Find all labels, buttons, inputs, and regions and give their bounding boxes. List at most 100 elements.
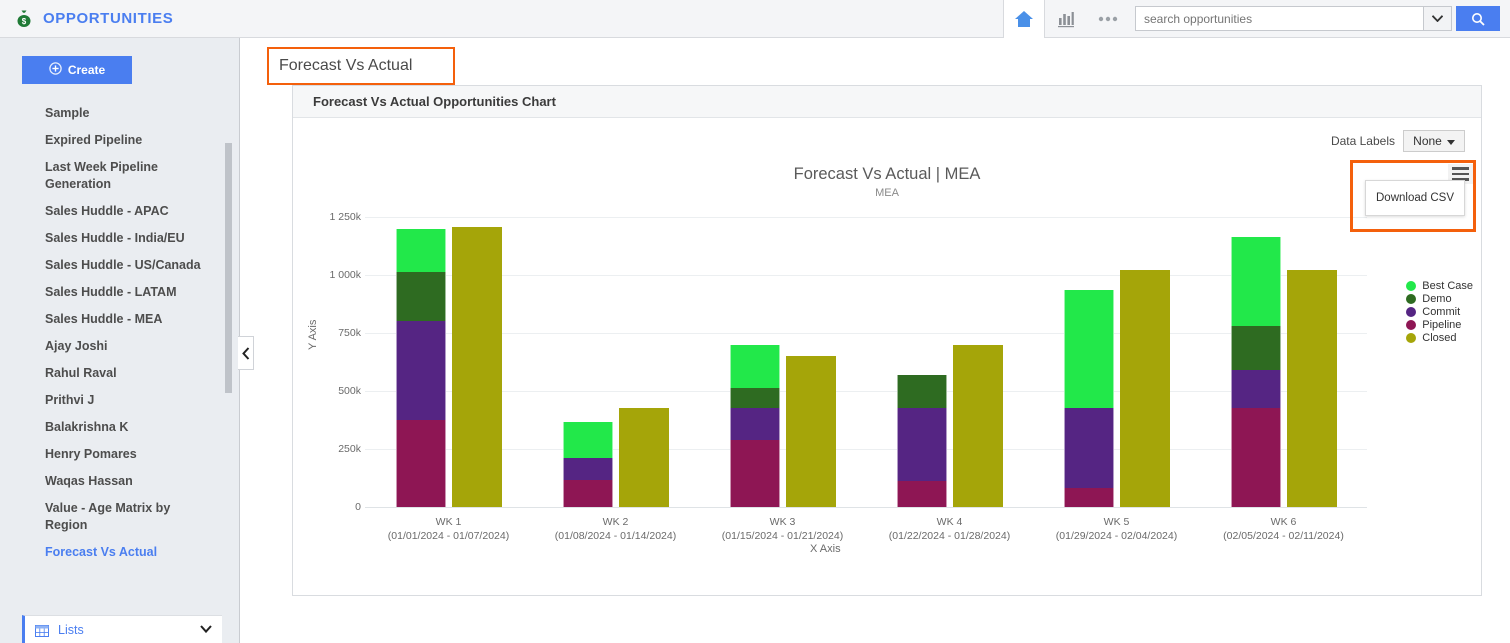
- x-axis-tick-label: WK 2 (01/08/2024 - 01/14/2024): [526, 515, 706, 543]
- bar-chart-icon[interactable]: [1045, 0, 1087, 37]
- x-axis-daterange-label: (01/08/2024 - 01/14/2024): [554, 530, 677, 542]
- main-content: Forecast Vs Actual Forecast Vs Actual Op…: [241, 38, 1510, 643]
- sidebar: Create Sample Expired Pipeline Last Week P…: [0, 38, 240, 643]
- chevron-down-icon[interactable]: [200, 624, 212, 636]
- bar-segment-commit[interactable]: [395, 321, 446, 420]
- x-axis-daterange-label: (01/22/2024 - 01/28/2024): [888, 530, 1011, 542]
- bar-segment-commit[interactable]: [1230, 370, 1281, 409]
- bar-closed[interactable]: [1119, 270, 1170, 507]
- bar-segment-commit[interactable]: [562, 458, 613, 481]
- search-bar: [1135, 6, 1500, 31]
- sidebar-item-prithvi-j[interactable]: Prithvi J: [0, 387, 239, 414]
- sidebar-item-label: Henry Pomares: [45, 447, 137, 461]
- bar-segment-pipeline[interactable]: [896, 481, 947, 507]
- sidebar-item-sales-huddle-mea[interactable]: Sales Huddle - MEA: [0, 306, 239, 333]
- bar-segment-pipeline[interactable]: [729, 439, 780, 507]
- x-axis-daterange-label: (01/01/2024 - 01/07/2024): [387, 530, 510, 542]
- bar-closed[interactable]: [785, 356, 836, 507]
- x-axis-daterange-label: (01/29/2024 - 02/04/2024): [1055, 530, 1178, 542]
- legend-item-commit[interactable]: Commit: [1406, 306, 1473, 318]
- legend-item-closed[interactable]: Closed: [1406, 332, 1473, 344]
- lists-label: Lists: [58, 622, 84, 637]
- bar-segment-demo[interactable]: [1230, 326, 1281, 371]
- y-axis-tick-label: 750k: [338, 327, 361, 339]
- bar-stack-forecast[interactable]: [562, 422, 613, 507]
- bar-segment-best-case[interactable]: [1063, 290, 1114, 409]
- bar-segment-demo[interactable]: [395, 271, 446, 322]
- x-axis-week-label: WK 4: [936, 516, 963, 528]
- svg-text:$: $: [22, 17, 27, 26]
- sidebar-item-sales-huddle-latam[interactable]: Sales Huddle - LATAM: [0, 279, 239, 306]
- ellipsis-icon[interactable]: [1087, 0, 1129, 37]
- sidebar-item-expired-pipeline[interactable]: Expired Pipeline: [0, 127, 239, 154]
- sidebar-item-label: Expired Pipeline: [45, 133, 143, 147]
- sidebar-item-rahul-raval[interactable]: Rahul Raval: [0, 360, 239, 387]
- bar-segment-pipeline[interactable]: [1063, 488, 1114, 507]
- download-csv-menu-item[interactable]: Download CSV: [1365, 180, 1465, 216]
- bar-segment-demo[interactable]: [896, 374, 947, 409]
- bar-stack-forecast[interactable]: [395, 228, 446, 507]
- y-axis-tick-label: 500k: [338, 385, 361, 397]
- chart-panel-body: Data Labels None Download CSV Forecast V…: [293, 118, 1481, 595]
- bar-segment-best-case[interactable]: [395, 228, 446, 272]
- create-button[interactable]: Create: [22, 56, 132, 84]
- bar-closed[interactable]: [451, 227, 502, 507]
- bar-stack-forecast[interactable]: [896, 374, 947, 507]
- home-icon[interactable]: [1003, 0, 1045, 38]
- legend-label: Closed: [1422, 332, 1457, 344]
- bar-segment-commit[interactable]: [896, 408, 947, 482]
- sidebar-item-sample[interactable]: Sample: [0, 100, 239, 127]
- sidebar-collapse-toggle[interactable]: [238, 336, 254, 370]
- legend-item-pipeline[interactable]: Pipeline: [1406, 319, 1473, 331]
- sidebar-item-sales-huddle-us-canada[interactable]: Sales Huddle - US/Canada: [0, 252, 239, 279]
- x-axis-week-label: WK 3: [769, 516, 796, 528]
- sidebar-item-waqas-hassan[interactable]: Waqas Hassan: [0, 468, 239, 495]
- search-button[interactable]: [1456, 6, 1500, 31]
- bar-segment-commit[interactable]: [729, 408, 780, 440]
- bar-segment-pipeline[interactable]: [395, 420, 446, 507]
- bar-stack-forecast[interactable]: [1063, 290, 1114, 507]
- bar-segment-commit[interactable]: [1063, 408, 1114, 489]
- legend-color-swatch: [1406, 307, 1417, 317]
- sidebar-item-sales-huddle-india-eu[interactable]: Sales Huddle - India/EU: [0, 225, 239, 252]
- bar-segment-best-case[interactable]: [729, 344, 780, 388]
- x-axis-tick-label: WK 6 (02/05/2024 - 02/11/2024): [1194, 515, 1374, 543]
- sidebar-item-sales-huddle-apac[interactable]: Sales Huddle - APAC: [0, 198, 239, 225]
- sidebar-item-last-week-pipeline-generation[interactable]: Last Week Pipeline Generation: [0, 154, 239, 198]
- x-axis-week-label: WK 1: [435, 516, 462, 528]
- sidebar-item-label: Waqas Hassan: [45, 474, 133, 488]
- sidebar-item-value-age-matrix-by-region[interactable]: Value - Age Matrix by Region: [0, 495, 239, 539]
- chart-legend: Best Case Demo Commit Pipeline Closed: [1406, 280, 1473, 344]
- legend-color-swatch: [1406, 333, 1417, 343]
- sidebar-item-forecast-vs-actual[interactable]: Forecast Vs Actual: [0, 539, 239, 566]
- legend-item-best-case[interactable]: Best Case: [1406, 280, 1473, 292]
- bar-segment-pipeline[interactable]: [1230, 408, 1281, 507]
- gridline: [365, 217, 1367, 218]
- money-bag-icon: $: [14, 9, 34, 29]
- bar-segment-pipeline[interactable]: [562, 480, 613, 507]
- legend-item-demo[interactable]: Demo: [1406, 293, 1473, 305]
- legend-color-swatch: [1406, 281, 1417, 291]
- gridline: [365, 275, 1367, 276]
- sidebar-item-label: Value - Age Matrix by Region: [45, 501, 171, 532]
- sidebar-item-ajay-joshi[interactable]: Ajay Joshi: [0, 333, 239, 360]
- bar-closed[interactable]: [952, 344, 1003, 507]
- x-axis-tick-label: WK 3 (01/15/2024 - 01/21/2024): [693, 515, 873, 543]
- lists-selector[interactable]: Lists: [22, 615, 222, 643]
- bar-closed[interactable]: [618, 408, 669, 507]
- bar-stack-forecast[interactable]: [1230, 236, 1281, 507]
- sidebar-scrollbar-thumb[interactable]: [225, 143, 232, 393]
- sidebar-item-henry-pomares[interactable]: Henry Pomares: [0, 441, 239, 468]
- bar-closed[interactable]: [1286, 270, 1337, 507]
- bar-segment-demo[interactable]: [729, 387, 780, 409]
- chart-panel-header: Forecast Vs Actual Opportunities Chart: [293, 86, 1481, 118]
- sidebar-item-balakrishna-k[interactable]: Balakrishna K: [0, 414, 239, 441]
- bar-segment-best-case[interactable]: [1230, 236, 1281, 327]
- sidebar-item-label: Sales Huddle - MEA: [45, 312, 163, 326]
- y-axis-tick-label: 250k: [338, 443, 361, 455]
- bar-segment-best-case[interactable]: [562, 422, 613, 459]
- search-scope-dropdown[interactable]: [1423, 6, 1452, 31]
- bar-stack-forecast[interactable]: [729, 344, 780, 507]
- x-axis-tick-label: WK 1 (01/01/2024 - 01/07/2024): [359, 515, 539, 543]
- search-input[interactable]: [1135, 6, 1423, 31]
